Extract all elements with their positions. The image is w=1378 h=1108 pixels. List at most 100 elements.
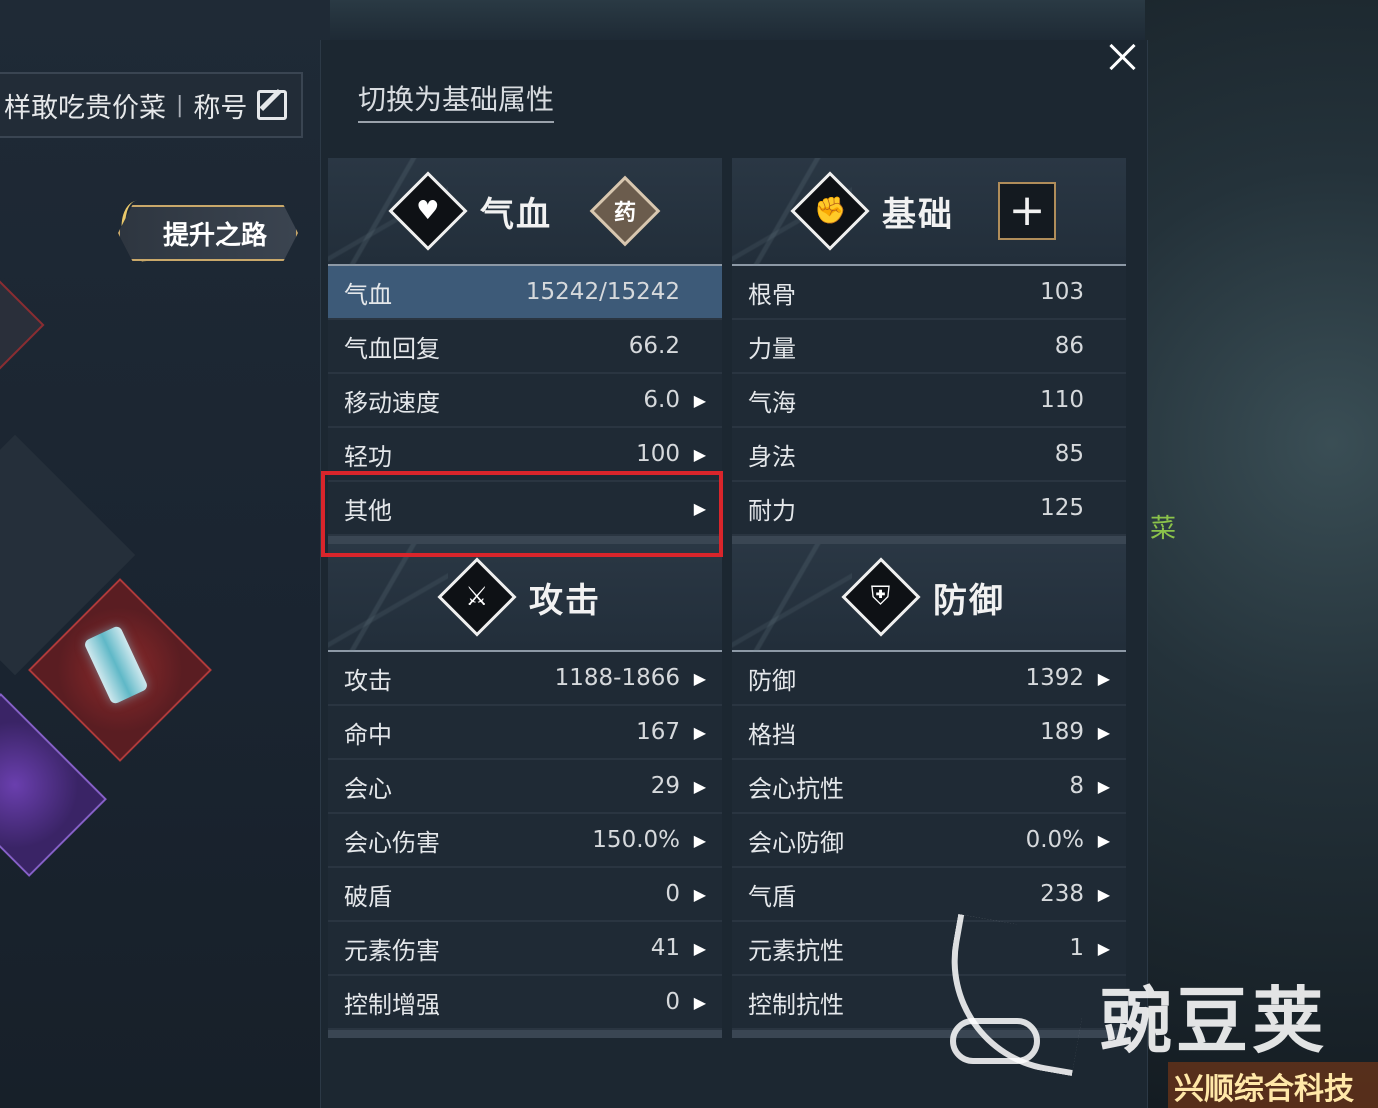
right-backdrop [1145, 0, 1378, 1108]
crossed-swords-icon: ⚔ [437, 557, 517, 637]
stat-value: 150.0% [592, 827, 680, 853]
shield-icon: ⛨ [841, 557, 921, 637]
stat-row[interactable]: 控制增强 0 ▶ [328, 976, 722, 1030]
close-button[interactable] [1104, 38, 1142, 76]
section-gongji-header: ⚔ 攻击 [328, 544, 722, 652]
expand-arrow-icon[interactable]: ▶ [680, 499, 706, 518]
stat-label: 破盾 [344, 882, 392, 911]
stat-value: 167 [636, 719, 680, 745]
section-jichu-rows: 根骨103▶力量86▶气海110▶身法85▶耐力125▶ [732, 266, 1126, 544]
stat-row[interactable]: 轻功 100 ▶ [328, 428, 722, 482]
stat-label: 会心抗性 [748, 774, 844, 803]
stat-label: 元素抗性 [748, 936, 844, 965]
expand-arrow-icon[interactable]: ▶ [1084, 885, 1110, 904]
stat-label: 移动速度 [344, 388, 440, 417]
stat-value: 15242/15242 [525, 279, 680, 305]
stat-row[interactable]: 攻击 1188-1866 ▶ [328, 652, 722, 706]
stat-row[interactable]: 会心防御 0.0% ▶ [732, 814, 1126, 868]
side-text: 菜 [1150, 514, 1177, 544]
player-name: 样敢吃贵价菜 [4, 92, 166, 124]
stat-row[interactable]: 其他 ▶ [328, 482, 722, 536]
title-label: 称号 [193, 92, 248, 124]
watermark-face-icon [950, 1018, 1040, 1064]
section-footer-bar [732, 536, 1126, 544]
section-qixue-header: ♥ 气血 药 [328, 158, 722, 266]
stat-label: 防御 [748, 666, 796, 695]
expand-arrow-icon[interactable]: ▶ [680, 445, 706, 464]
site-tag: 兴顺综合科技网 [1168, 1062, 1378, 1108]
stat-value: 0.0% [1025, 827, 1084, 853]
stat-label: 其他 [344, 496, 392, 525]
expand-arrow-icon[interactable]: ▶ [1084, 777, 1110, 796]
stat-value: 110 [1040, 387, 1084, 413]
stat-value: 66.2 [628, 333, 680, 359]
stat-value: 125 [1040, 495, 1084, 521]
stat-row[interactable]: 元素伤害 41 ▶ [328, 922, 722, 976]
expand-arrow-icon[interactable]: ▶ [1084, 831, 1110, 850]
stat-row: 身法85▶ [732, 428, 1126, 482]
watermark-text: 豌豆荚 [1100, 979, 1329, 1063]
stat-row[interactable]: 会心 29 ▶ [328, 760, 722, 814]
add-points-button[interactable]: + [998, 182, 1056, 240]
potion-badge[interactable]: 药 [589, 175, 661, 247]
expand-arrow-icon[interactable]: ▶ [680, 723, 706, 742]
stat-row: 气海110▶ [732, 374, 1126, 428]
section-fangyu-header: ⛨ 防御 [732, 544, 1126, 652]
bamboo-decoration [328, 544, 448, 652]
stat-value: 85 [1054, 441, 1084, 467]
stat-label: 攻击 [344, 666, 392, 695]
expand-arrow-icon[interactable]: ▶ [680, 939, 706, 958]
stat-value: 100 [636, 441, 680, 467]
stat-label: 气海 [748, 388, 796, 417]
edit-icon[interactable] [257, 90, 288, 120]
expand-arrow-icon[interactable]: ▶ [680, 993, 706, 1012]
expand-arrow-icon[interactable]: ▶ [680, 777, 706, 796]
bamboo-decoration [732, 544, 852, 652]
stat-label: 身法 [748, 442, 796, 471]
name-separator: | [176, 92, 184, 118]
stat-label: 控制增强 [344, 990, 440, 1019]
expand-arrow-icon[interactable]: ▶ [680, 391, 706, 410]
section-fangyu-title: 防御 [933, 580, 1005, 621]
expand-arrow-icon[interactable]: ▶ [680, 885, 706, 904]
section-gongji-title: 攻击 [529, 580, 601, 621]
expand-arrow-icon[interactable]: ▶ [1084, 723, 1110, 742]
stat-value: 1188-1866 [554, 665, 680, 691]
stat-row[interactable]: 会心抗性 8 ▶ [732, 760, 1126, 814]
expand-arrow-icon[interactable]: ▶ [680, 831, 706, 850]
stat-label: 格挡 [748, 720, 796, 749]
stat-row: 气血回复66.2▶ [328, 320, 722, 374]
stat-label: 耐力 [748, 496, 796, 525]
promotion-path-button[interactable]: 提升之路 [118, 205, 298, 261]
promotion-path-label: 提升之路 [162, 220, 267, 251]
stat-label: 元素伤害 [344, 936, 440, 965]
stat-row[interactable]: 破盾 0 ▶ [328, 868, 722, 922]
stat-row[interactable]: 防御 1392 ▶ [732, 652, 1126, 706]
expand-arrow-icon[interactable]: ▶ [1084, 669, 1110, 688]
player-name-box[interactable]: 样敢吃贵价菜 | 称号 [0, 72, 303, 138]
section-jichu-title: 基础 [882, 194, 954, 235]
stat-row: 耐力125▶ [732, 482, 1126, 536]
stat-value: 8 [1069, 773, 1084, 799]
stat-value: 238 [1040, 881, 1084, 907]
stat-value: 41 [650, 935, 680, 961]
potion-badge-label: 药 [613, 200, 637, 226]
expand-arrow-icon[interactable]: ▶ [680, 669, 706, 688]
stat-row[interactable]: 会心伤害 150.0% ▶ [328, 814, 722, 868]
switch-basic-attributes-link[interactable]: 切换为基础属性 [358, 78, 555, 123]
stat-row[interactable]: 命中 167 ▶ [328, 706, 722, 760]
stat-label: 气血 [344, 280, 392, 309]
stat-label: 气血回复 [344, 334, 440, 363]
section-footer-bar [328, 1030, 722, 1038]
stat-row[interactable]: 气盾 238 ▶ [732, 868, 1126, 922]
stat-label: 会心防御 [748, 828, 844, 857]
stat-row[interactable]: 格挡 189 ▶ [732, 706, 1126, 760]
stat-value: 0 [665, 881, 680, 907]
stat-value: 103 [1040, 279, 1084, 305]
stat-label: 气盾 [748, 882, 796, 911]
section-gongji: ⚔ 攻击 攻击 1188-1866 ▶ 命中 167 ▶ 会心 29 ▶ 会心伤害 150.0% ▶ 破… [328, 544, 722, 1038]
stat-row[interactable]: 移动速度 6.0 ▶ [328, 374, 722, 428]
stat-label: 根骨 [748, 280, 796, 309]
stat-label: 会心 [344, 774, 392, 803]
section-qixue-rows: 气血15242/15242▶气血回复66.2▶移动速度6.0▶轻功100▶其他▶ [328, 266, 722, 544]
